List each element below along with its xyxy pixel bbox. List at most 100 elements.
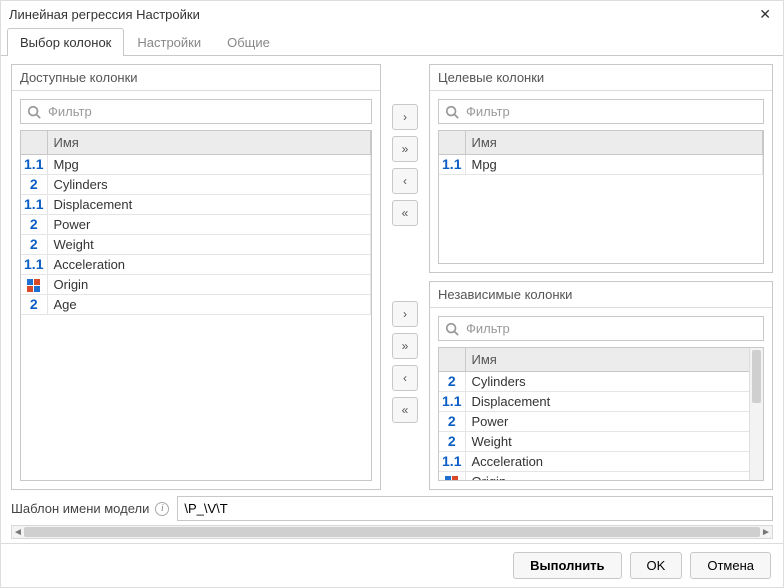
table-row[interactable]: 2 Weight [439,432,763,452]
move-all-from-independent-button[interactable]: « [392,397,418,423]
info-icon[interactable]: i [155,502,169,516]
int-type-icon: 2 [448,434,456,448]
float-type-icon: 1.1 [24,157,43,171]
name-header: Имя [465,131,763,155]
table-row[interactable]: 2 Power [21,215,371,235]
independent-filter[interactable] [438,316,764,341]
right-stack: › » ‹ « Целевые колонки [389,64,773,490]
int-type-icon: 2 [30,217,38,231]
ok-button[interactable]: OK [630,552,683,579]
column-name-cell: Age [47,295,371,315]
target-columns-title: Целевые колонки [430,65,772,91]
table-row[interactable]: 2 Cylinders [439,372,763,392]
independent-filter-input[interactable] [464,320,757,337]
available-filter[interactable] [20,99,372,124]
int-type-icon: 2 [448,414,456,428]
int-type-icon: 2 [448,374,456,388]
move-all-to-target-button[interactable]: » [392,136,418,162]
target-filter-input[interactable] [464,103,757,120]
close-icon[interactable]: ✕ [755,6,775,23]
table-row[interactable]: 1.1 Mpg [21,155,371,175]
tab-general[interactable]: Общие [214,28,283,56]
search-icon [445,105,459,119]
column-name-cell: Cylinders [465,372,763,392]
move-all-to-independent-button[interactable]: » [392,333,418,359]
columns-area: Доступные колонки Имя 1.1 Mpg 2 [11,64,773,490]
column-name-cell: Power [465,412,763,432]
int-type-icon: 2 [30,177,38,191]
target-columns-table[interactable]: Имя 1.1 Mpg [438,130,764,264]
independent-columns-title: Независимые колонки [430,282,772,308]
target-filter[interactable] [438,99,764,124]
move-from-independent-button[interactable]: ‹ [392,365,418,391]
name-header: Имя [465,348,763,372]
independent-columns-table[interactable]: Имя 2 Cylinders 1.1 Displacement 2 Power… [438,347,764,481]
available-columns-title: Доступные колонки [12,65,380,91]
vertical-scrollbar[interactable] [749,348,763,480]
model-template-label: Шаблон имени модели [11,501,149,516]
scroll-right-icon[interactable]: ► [760,526,772,538]
horizontal-scrollbar[interactable]: ◄ ► [11,525,773,539]
float-type-icon: 1.1 [442,157,461,171]
table-row[interactable]: 1.1 Displacement [439,392,763,412]
table-row[interactable]: 1.1 Acceleration [439,452,763,472]
type-header [21,131,47,155]
move-to-target-button[interactable]: › [392,104,418,130]
table-row[interactable]: 1.1 Displacement [21,195,371,215]
table-row[interactable]: 1.1 Acceleration [21,255,371,275]
model-template-input[interactable] [177,496,773,521]
window-title: Линейная регрессия Настройки [9,7,200,22]
scroll-left-icon[interactable]: ◄ [12,526,24,538]
table-row[interactable]: 2 Weight [21,235,371,255]
table-row[interactable]: 2 Power [439,412,763,432]
tab-settings[interactable]: Настройки [124,28,214,56]
available-filter-input[interactable] [46,103,365,120]
table-row[interactable]: 2 Cylinders [21,175,371,195]
independent-transfer-buttons: › » ‹ « [389,281,421,490]
search-icon [27,105,41,119]
search-icon [445,322,459,336]
move-all-from-target-button[interactable]: « [392,200,418,226]
column-name-cell: Acceleration [465,452,763,472]
titlebar: Линейная регрессия Настройки ✕ [1,1,783,27]
independent-columns-panel: Независимые колонки Имя [429,281,773,490]
column-name-cell: Origin [47,275,371,295]
column-name-cell: Mpg [47,155,371,175]
column-name-cell: Displacement [47,195,371,215]
available-columns-panel: Доступные колонки Имя 1.1 Mpg 2 [11,64,381,490]
target-group: › » ‹ « Целевые колонки [389,64,773,273]
category-type-icon [27,279,40,292]
cancel-button[interactable]: Отмена [690,552,771,579]
float-type-icon: 1.1 [24,257,43,271]
move-to-independent-button[interactable]: › [392,301,418,327]
dialog-footer: Выполнить OK Отмена [1,543,783,587]
tab-bar: Выбор колонок Настройки Общие [1,27,783,56]
target-transfer-buttons: › » ‹ « [389,64,421,273]
column-name-cell: Power [47,215,371,235]
run-button[interactable]: Выполнить [513,552,621,579]
table-row[interactable]: Origin [439,472,763,482]
category-type-icon [445,476,458,481]
float-type-icon: 1.1 [442,454,461,468]
model-template-row: Шаблон имени модели i [11,490,773,523]
table-row[interactable]: 1.1 Mpg [439,155,763,175]
tab-select-columns[interactable]: Выбор колонок [7,28,124,56]
target-columns-panel: Целевые колонки Имя [429,64,773,273]
column-name-cell: Weight [47,235,371,255]
independent-group: › » ‹ « Независимые колонки [389,281,773,490]
model-template-label-group: Шаблон имени модели i [11,501,169,516]
table-row[interactable]: Origin [21,275,371,295]
column-name-cell: Acceleration [47,255,371,275]
column-name-cell: Weight [465,432,763,452]
int-type-icon: 2 [30,237,38,251]
move-from-target-button[interactable]: ‹ [392,168,418,194]
table-row[interactable]: 2 Age [21,295,371,315]
int-type-icon: 2 [30,297,38,311]
float-type-icon: 1.1 [24,197,43,211]
tab-content: Доступные колонки Имя 1.1 Mpg 2 [1,56,783,543]
column-name-cell: Cylinders [47,175,371,195]
name-header: Имя [47,131,371,155]
float-type-icon: 1.1 [442,394,461,408]
column-name-cell: Displacement [465,392,763,412]
available-columns-table[interactable]: Имя 1.1 Mpg 2 Cylinders 1.1 Displacement… [20,130,372,481]
